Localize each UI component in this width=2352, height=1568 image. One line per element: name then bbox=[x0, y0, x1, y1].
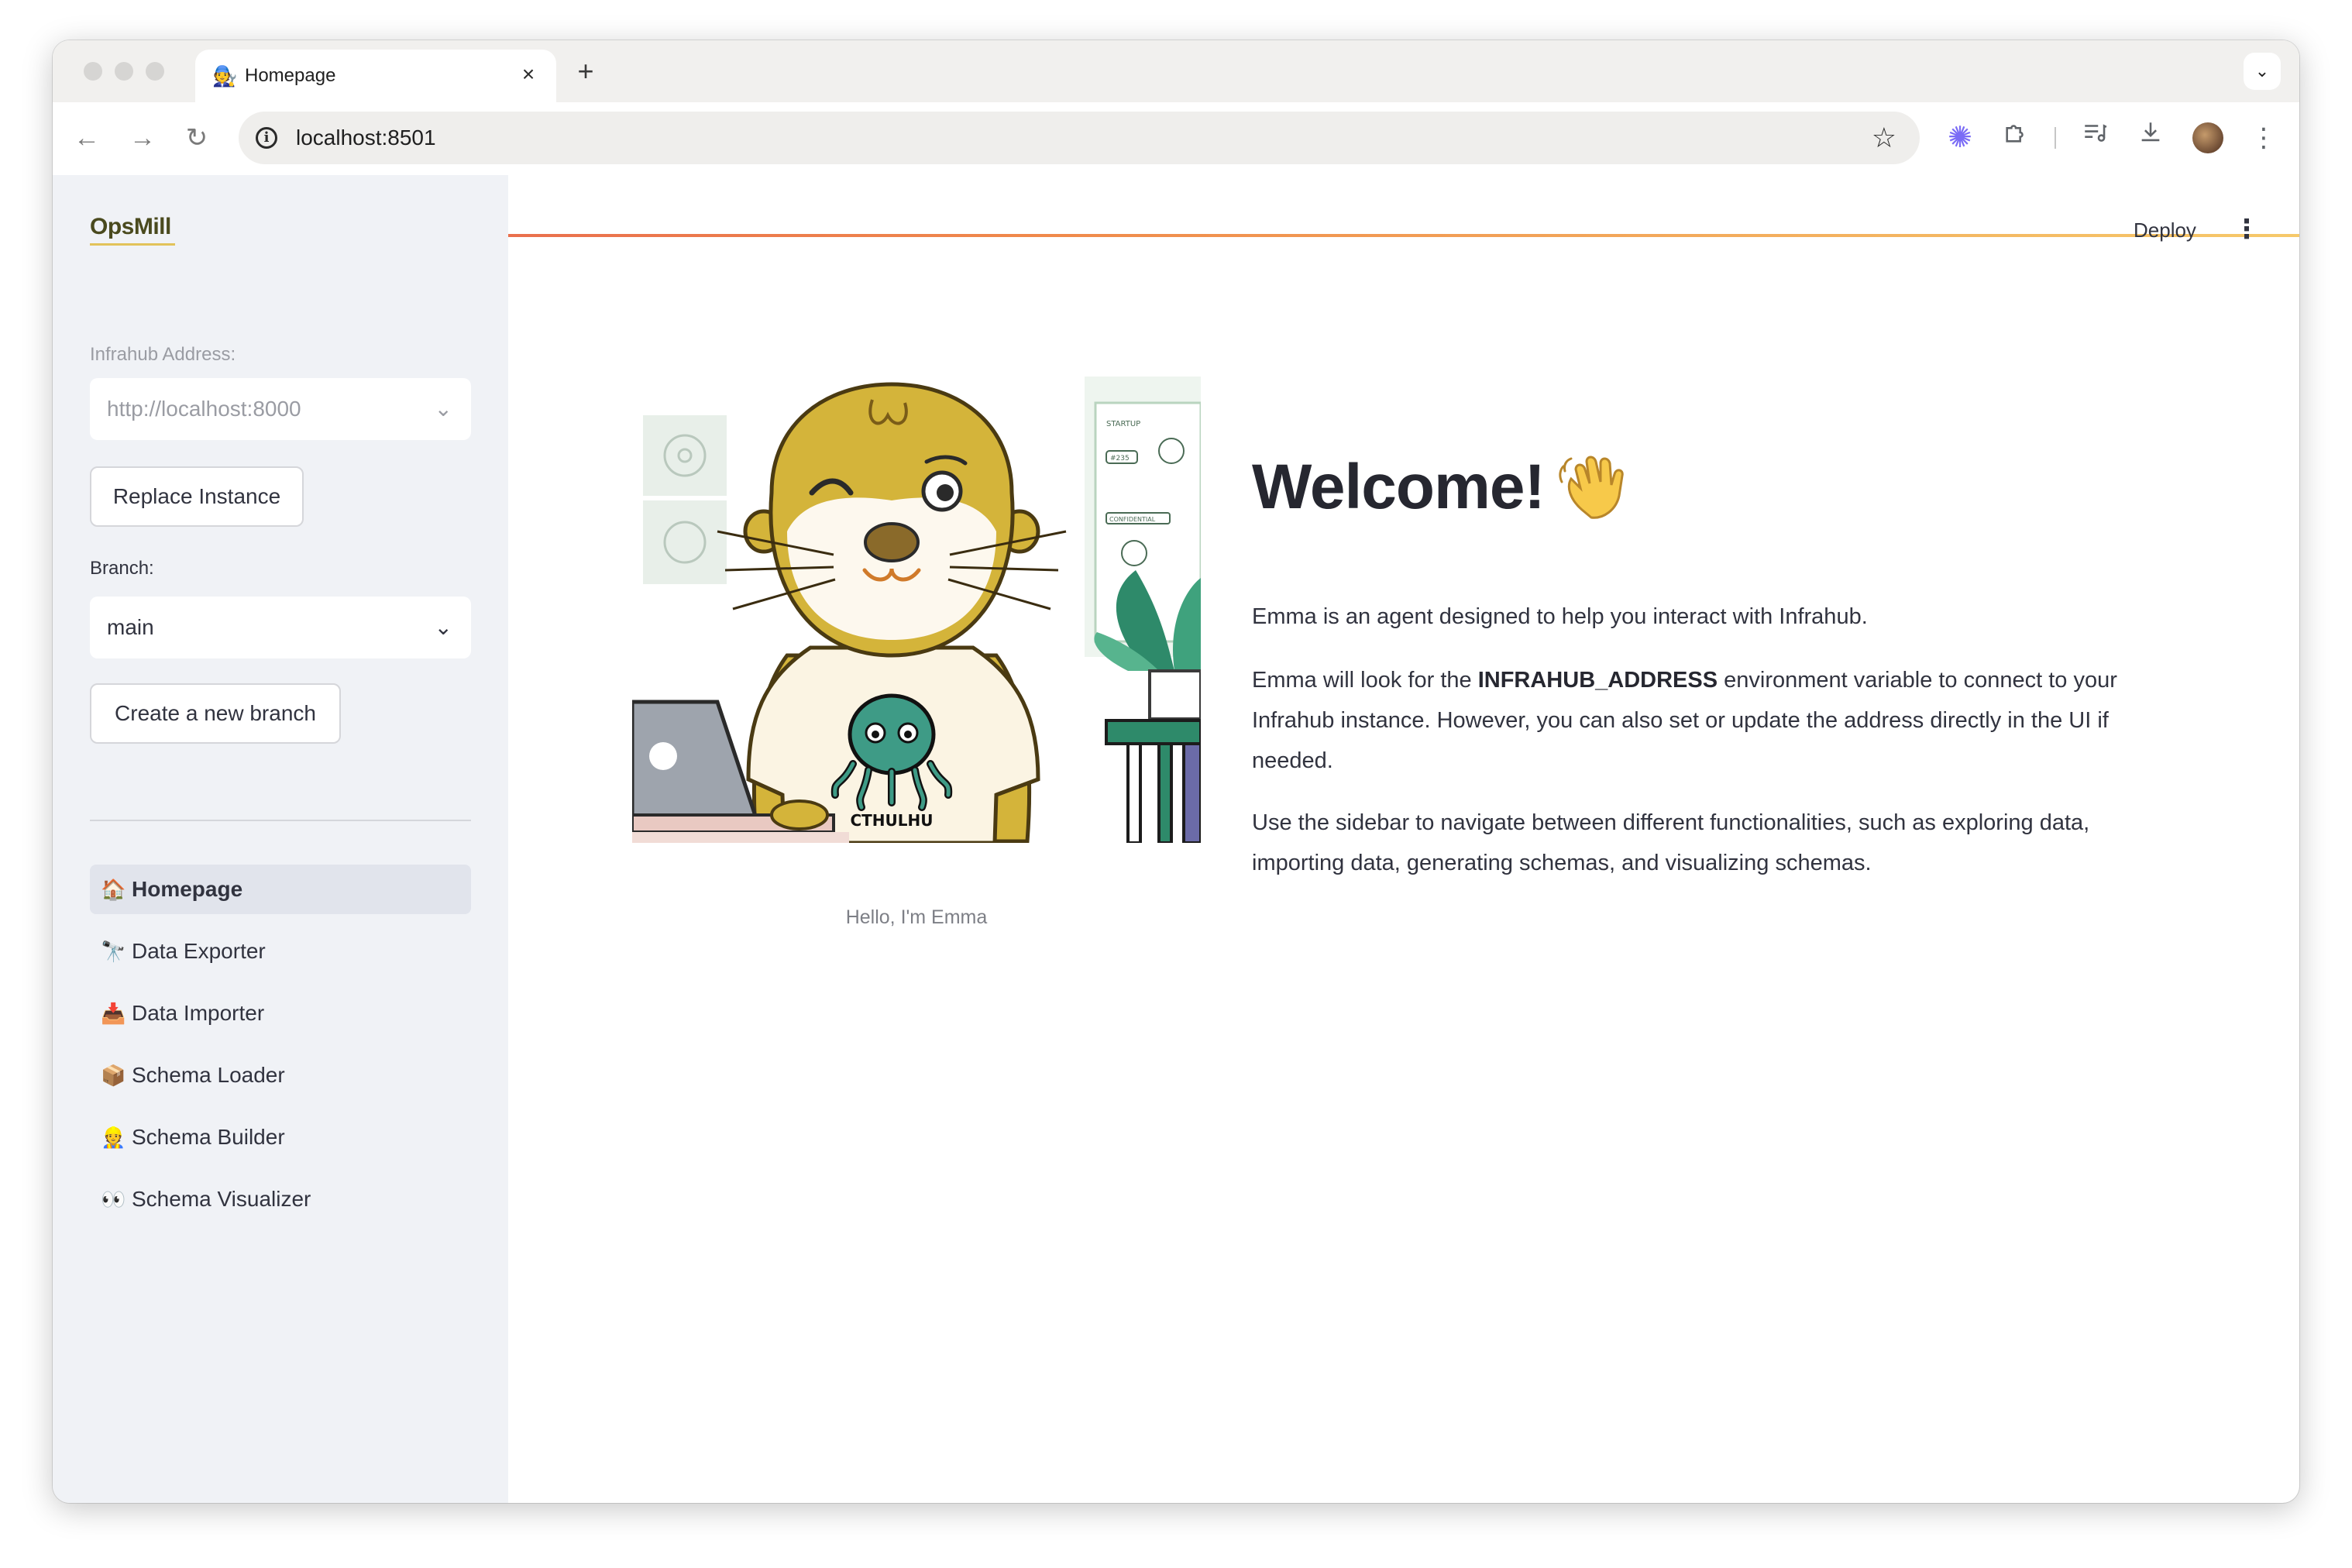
forward-arrow-icon[interactable]: → bbox=[124, 119, 161, 156]
replace-instance-button[interactable]: Replace Instance bbox=[90, 466, 304, 527]
construction-worker-icon: 👷 bbox=[101, 1126, 126, 1149]
window-close-control[interactable] bbox=[84, 62, 102, 81]
address-paragraph: Emma will look for the INFRAHUB_ADDRESS … bbox=[1252, 660, 2174, 781]
sidebar-item-label: Schema Loader bbox=[132, 1063, 285, 1087]
new-tab-icon[interactable]: + bbox=[570, 56, 601, 87]
sidebar-item-schema-builder[interactable]: 👷 Schema Builder bbox=[90, 1112, 471, 1162]
sidebar: OpsMill Infrahub Address: http://localho… bbox=[53, 175, 508, 1503]
tab-homepage[interactable]: 🧑‍🔧 Homepage × bbox=[195, 50, 556, 102]
extensions-puzzle-icon[interactable] bbox=[1997, 119, 2034, 156]
sidebar-item-label: Homepage bbox=[132, 877, 243, 901]
address-bar[interactable]: i localhost:8501 ☆ bbox=[239, 112, 1920, 164]
sidebar-item-label: Schema Builder bbox=[132, 1125, 285, 1149]
profile-avatar[interactable] bbox=[2192, 122, 2223, 153]
waving-hand-icon bbox=[1559, 456, 1624, 519]
sidebar-item-schema-loader[interactable]: 📦 Schema Loader bbox=[90, 1050, 471, 1100]
more-vert-icon[interactable]: ⋮ bbox=[2233, 212, 2261, 246]
deploy-button[interactable]: Deploy bbox=[2134, 218, 2196, 242]
tab-title: Homepage bbox=[245, 65, 336, 86]
package-icon: 📦 bbox=[101, 1064, 126, 1087]
sticky-label: CONFIDENTIAL bbox=[1109, 516, 1156, 523]
window-minimize-control[interactable] bbox=[115, 62, 133, 81]
eyes-icon: 👀 bbox=[101, 1188, 126, 1211]
more-vert-icon[interactable]: ⋮ bbox=[2245, 119, 2282, 156]
sidebar-item-label: Schema Visualizer bbox=[132, 1187, 311, 1211]
media-control-icon[interactable] bbox=[2076, 119, 2113, 156]
chevron-down-icon: ⌄ bbox=[434, 397, 452, 421]
tab-strip: 🧑‍🔧 Homepage × + ⌄ bbox=[53, 40, 2299, 102]
address-select: http://localhost:8000 ⌄ bbox=[90, 378, 471, 440]
sidebar-item-schema-visualizer[interactable]: 👀 Schema Visualizer bbox=[90, 1174, 471, 1224]
branch-select[interactable]: main ⌄ bbox=[90, 597, 471, 658]
toolbar-separator bbox=[2055, 127, 2056, 149]
window-zoom-control[interactable] bbox=[146, 62, 164, 81]
intro-paragraph: Emma is an agent designed to help you in… bbox=[1252, 604, 1868, 629]
page-title: Welcome! bbox=[1252, 452, 1546, 522]
telescope-icon: 🔭 bbox=[101, 940, 126, 963]
emma-otter-illustration: STARTUP #235 CONFIDENTIAL CTHULHU bbox=[632, 377, 1201, 843]
address-value: http://localhost:8000 bbox=[107, 397, 301, 421]
sidebar-item-homepage[interactable]: 🏠 Homepage bbox=[90, 865, 471, 914]
tab-search-chevron-icon[interactable]: ⌄ bbox=[2244, 53, 2281, 90]
sidebar-item-label: Data Importer bbox=[132, 1001, 265, 1025]
sticky-label: #235 bbox=[1110, 455, 1130, 462]
address-paragraph-text: Emma will look for the bbox=[1252, 668, 1478, 693]
branch-label: Branch: bbox=[90, 558, 154, 579]
address-label: Infrahub Address: bbox=[90, 344, 236, 365]
back-arrow-icon[interactable]: ← bbox=[68, 119, 105, 156]
sticky-label: STARTUP bbox=[1106, 420, 1140, 428]
image-caption: Hello, I'm Emma bbox=[845, 906, 988, 928]
extension-icon[interactable]: ✺ bbox=[1941, 119, 1979, 156]
sidebar-item-data-importer[interactable]: 📥 Data Importer bbox=[90, 989, 471, 1038]
tab-favicon-icon: 🧑‍🔧 bbox=[212, 64, 238, 88]
sidebar-item-data-exporter[interactable]: 🔭 Data Exporter bbox=[90, 927, 471, 976]
browser-toolbar: ← → ↻ i localhost:8501 ☆ ✺ ⋮ bbox=[53, 102, 2299, 237]
browser-window: 🧑‍🔧 Homepage × + ⌄ ← → ↻ i localhost:850… bbox=[53, 40, 2299, 1503]
bookmark-star-icon[interactable]: ☆ bbox=[1872, 121, 1896, 155]
inbox-tray-icon: 📥 bbox=[101, 1002, 126, 1025]
branch-value: main bbox=[107, 615, 154, 639]
env-variable-name: INFRAHUB_ADDRESS bbox=[1477, 668, 1718, 693]
sidebar-divider bbox=[90, 820, 471, 821]
house-icon: 🏠 bbox=[101, 878, 126, 901]
close-icon[interactable]: × bbox=[514, 60, 542, 88]
download-icon[interactable] bbox=[2132, 119, 2169, 156]
url-text[interactable]: localhost:8501 bbox=[296, 126, 436, 150]
opsmill-logo: OpsMill bbox=[90, 214, 171, 239]
logo-underline bbox=[90, 243, 175, 246]
create-branch-button[interactable]: Create a new branch bbox=[90, 683, 341, 744]
reload-icon[interactable]: ↻ bbox=[178, 119, 215, 156]
sidebar-item-label: Data Exporter bbox=[132, 939, 266, 963]
shirt-text: CTHULHU bbox=[850, 811, 933, 830]
site-info-icon[interactable]: i bbox=[256, 127, 277, 149]
navigation-paragraph: Use the sidebar to navigate between diff… bbox=[1252, 810, 2090, 875]
chevron-down-icon[interactable]: ⌄ bbox=[435, 612, 452, 643]
